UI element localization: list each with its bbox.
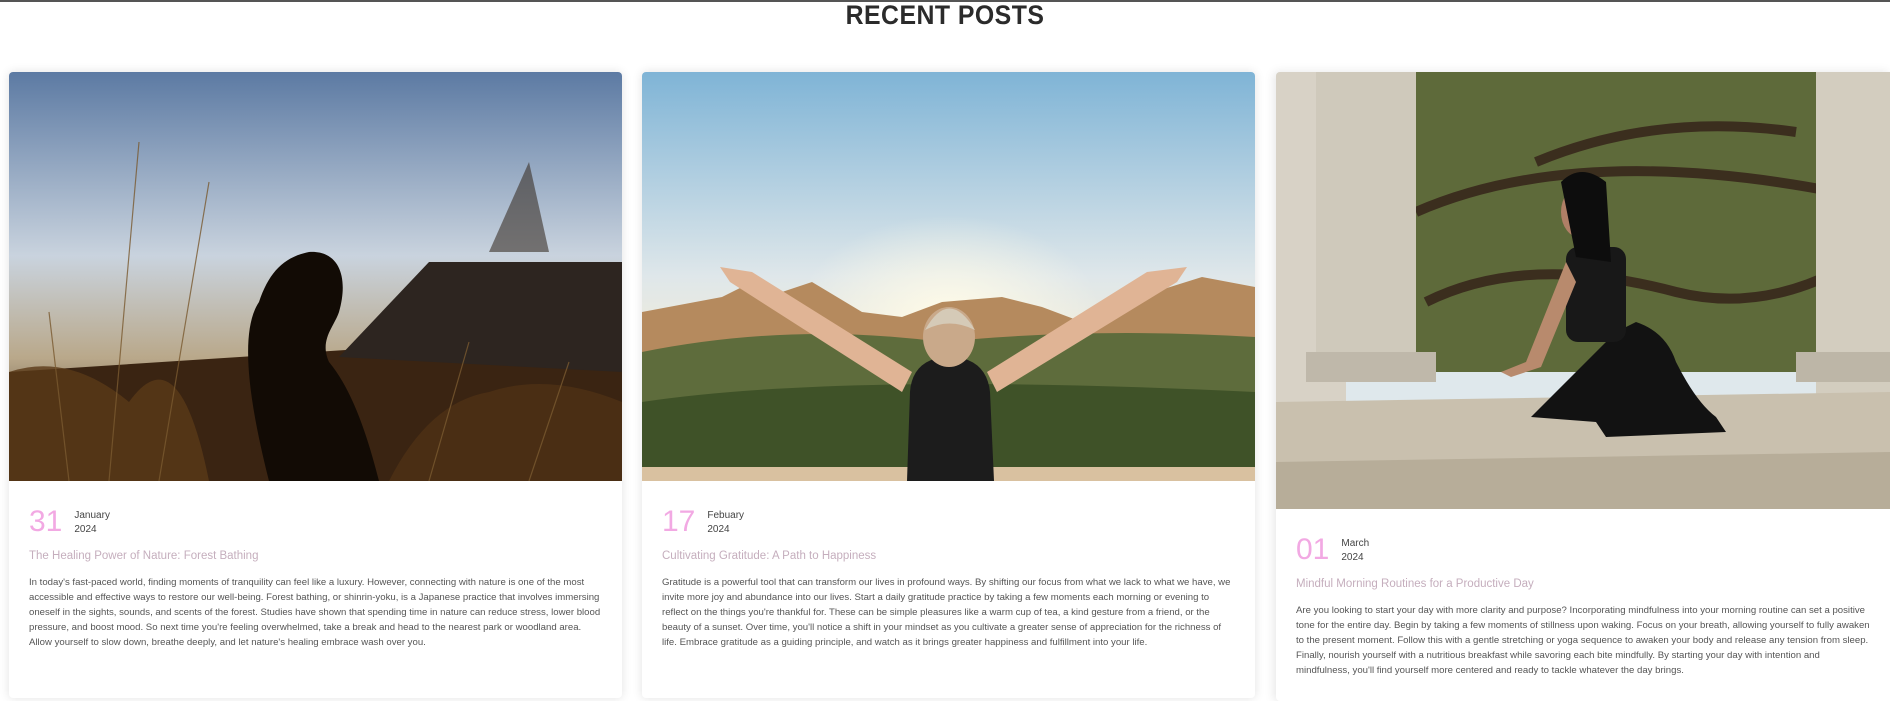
post-year: 2024 <box>707 524 730 535</box>
post-year: 2024 <box>74 524 97 535</box>
post-day: 01 <box>1296 533 1330 566</box>
post-card[interactable]: 01 March 2024 Mindful Morning Routines f… <box>1276 72 1890 701</box>
post-title-link[interactable]: Cultivating Gratitude: A Path to Happine… <box>662 550 876 562</box>
post-title-link[interactable]: The Healing Power of Nature: Forest Bath… <box>29 550 258 562</box>
post-excerpt: Gratitude is a powerful tool that can tr… <box>662 577 1231 648</box>
post-excerpt: In today's fast-paced world, finding mom… <box>29 577 601 648</box>
post-year: 2024 <box>1341 552 1364 563</box>
post-date: 01 March 2024 <box>1296 535 1369 565</box>
post-image[interactable] <box>9 72 622 481</box>
post-card[interactable]: 31 January 2024 The Healing Power of Nat… <box>9 72 622 698</box>
section-title: RECENT POSTS <box>845 0 1045 30</box>
post-month: January <box>74 510 110 521</box>
post-title-link[interactable]: Mindful Morning Routines for a Productiv… <box>1296 578 1534 590</box>
post-excerpt: Are you looking to start your day with m… <box>1296 605 1870 676</box>
post-month: Febuary <box>707 510 745 521</box>
post-day: 31 <box>29 505 63 538</box>
post-image[interactable] <box>642 72 1255 481</box>
post-month: March <box>1341 538 1370 549</box>
post-card[interactable]: 17 Febuary 2024 Cultivating Gratitude: A… <box>642 72 1255 698</box>
post-day: 17 <box>662 505 696 538</box>
post-date: 31 January 2024 <box>29 507 110 537</box>
post-date: 17 Febuary 2024 <box>662 507 744 537</box>
post-image[interactable] <box>1276 72 1890 509</box>
